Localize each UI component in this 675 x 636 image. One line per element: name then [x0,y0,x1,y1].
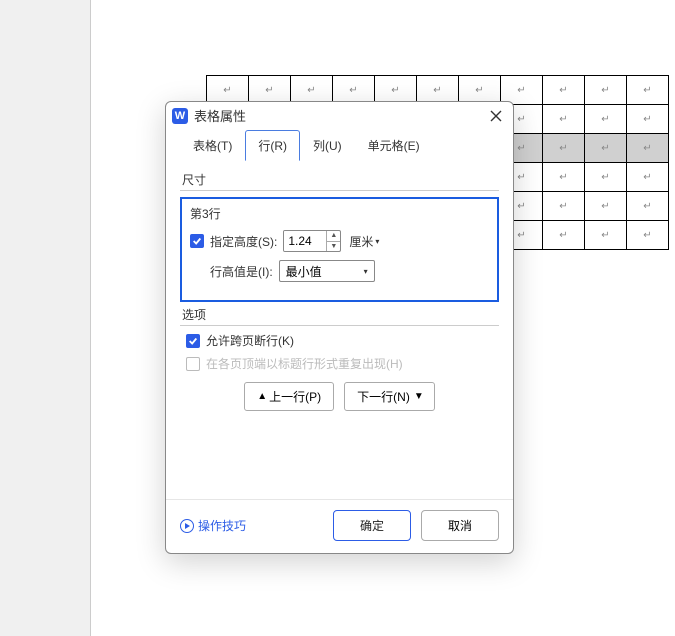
height-spin-up[interactable]: ▲ [327,231,340,242]
allow-break-checkbox[interactable] [186,334,200,348]
size-section-label: 尺寸 [182,171,499,188]
row-number-label: 第3行 [190,205,489,222]
dialog-footer: 操作技巧 确定 取消 [166,499,513,553]
ok-button[interactable]: 确定 [333,510,411,541]
allow-break-label: 允许跨页断行(K) [206,332,294,349]
allow-break-row: 允许跨页断行(K) [186,332,499,349]
options-section-label: 选项 [182,306,499,323]
height-is-value: 最小值 [286,263,322,280]
up-arrow-icon: ▲ [257,391,265,402]
height-is-row: 行高值是(I): 最小值 ▾ [190,260,489,282]
tab-row[interactable]: 行(R) [245,130,300,161]
down-arrow-icon: ▼ [414,391,422,402]
caret-down-icon: ▾ [375,237,379,246]
check-icon [192,236,202,246]
height-input[interactable] [284,231,326,251]
app-icon: W [172,108,188,124]
height-is-label: 行高值是(I): [210,263,273,280]
height-spin-buttons: ▲ ▼ [326,231,340,251]
table-properties-dialog: W 表格属性 表格(T) 行(R) 列(U) 单元格(E) 尺寸 第3行 指定高… [165,101,514,554]
repeat-header-label: 在各页顶端以标题行形式重复出现(H) [206,355,403,372]
caret-down-icon: ▾ [364,267,368,276]
next-row-button[interactable]: 下一行(N) ▼ [344,382,435,411]
options-block: 允许跨页断行(K) 在各页顶端以标题行形式重复出现(H) [186,332,499,372]
check-icon [188,336,198,346]
prev-row-button[interactable]: ▲ 上一行(P) [244,382,334,411]
tabs: 表格(T) 行(R) 列(U) 单元格(E) [166,129,513,161]
repeat-header-row: 在各页顶端以标题行形式重复出现(H) [186,355,499,372]
next-row-label: 下一行(N) [357,388,410,405]
tab-cell[interactable]: 单元格(E) [355,130,433,161]
dialog-title: 表格属性 [194,106,481,125]
tips-link[interactable]: 操作技巧 [180,517,246,534]
close-button[interactable] [487,107,505,125]
height-is-select[interactable]: 最小值 ▾ [279,260,375,282]
specify-height-row: 指定高度(S): ▲ ▼ 厘米▾ [190,230,489,252]
tips-label: 操作技巧 [198,517,246,534]
tab-content: 尺寸 第3行 指定高度(S): ▲ ▼ 厘米▾ [166,161,513,499]
height-spinner[interactable]: ▲ ▼ [283,230,341,252]
prev-row-label: 上一行(P) [269,388,321,405]
play-icon [180,519,194,533]
height-unit-label: 厘米 [349,233,373,250]
height-unit-dropdown[interactable]: 厘米▾ [347,233,381,250]
specify-height-label: 指定高度(S): [210,233,277,250]
tab-table[interactable]: 表格(T) [180,130,245,161]
close-icon [490,110,502,122]
titlebar: W 表格属性 [166,102,513,129]
options-rule [180,325,499,326]
specify-height-checkbox[interactable] [190,234,204,248]
height-spin-down[interactable]: ▼ [327,242,340,252]
repeat-header-checkbox [186,357,200,371]
row-size-highlight: 第3行 指定高度(S): ▲ ▼ 厘米▾ 行高值是(I): [180,197,499,302]
row-nav: ▲ 上一行(P) 下一行(N) ▼ [180,382,499,411]
cancel-button[interactable]: 取消 [421,510,499,541]
size-rule [180,190,499,191]
tab-column[interactable]: 列(U) [300,130,355,161]
